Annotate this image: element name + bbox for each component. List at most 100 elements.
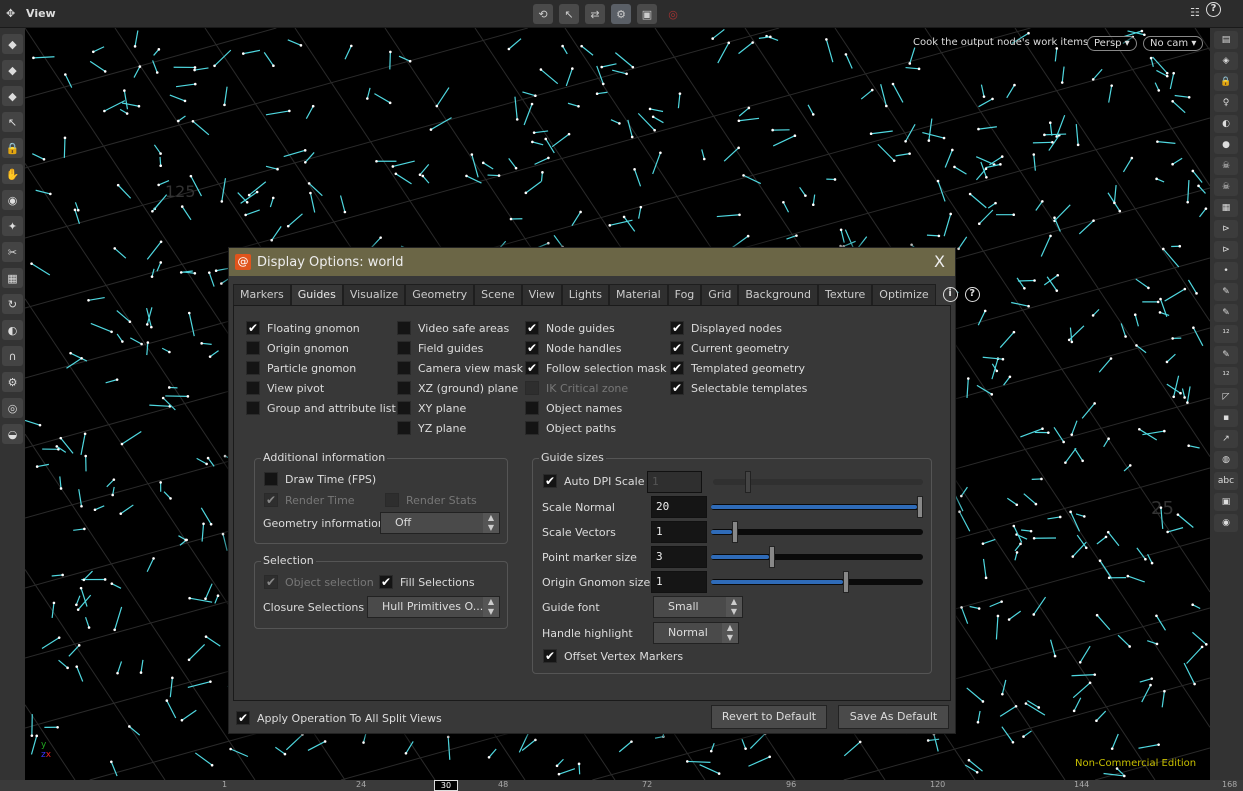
- tab-scene[interactable]: Scene: [474, 284, 522, 305]
- display-toggle-icon[interactable]: ▦: [1214, 199, 1238, 217]
- display-toggle-icon[interactable]: ☠: [1214, 157, 1238, 175]
- checkbox-follow-selection-mask[interactable]: ✔ Follow selection mask: [525, 361, 667, 375]
- tool-icon[interactable]: ◆: [2, 60, 23, 80]
- display-toggle-icon[interactable]: ◉: [1214, 514, 1238, 532]
- tab-guides[interactable]: Guides: [290, 284, 343, 305]
- slider-value-field[interactable]: 3: [651, 546, 707, 568]
- tool-icon[interactable]: ↻: [2, 294, 23, 314]
- view-menu-icon[interactable]: ✥: [6, 7, 15, 20]
- tab-lights[interactable]: Lights: [561, 284, 609, 305]
- checkbox-xy-plane[interactable]: XY plane: [397, 401, 466, 415]
- select-tool-icon[interactable]: ↖: [559, 4, 579, 24]
- checkbox-node-guides[interactable]: ✔ Node guides: [525, 321, 615, 335]
- checkbox-floating-gnomon[interactable]: ✔ Floating gnomon: [246, 321, 360, 335]
- tool-icon[interactable]: ◒: [2, 424, 23, 444]
- display-toggle-icon[interactable]: 🔒: [1214, 73, 1238, 91]
- checkbox-view-pivot[interactable]: View pivot: [246, 381, 324, 395]
- size-slider[interactable]: [711, 546, 923, 568]
- display-toggle-icon[interactable]: ✎: [1214, 346, 1238, 364]
- geometry-info-select[interactable]: Off ▲ ▼: [380, 512, 500, 534]
- tool-icon[interactable]: ◐: [2, 320, 23, 340]
- dialog-titlebar[interactable]: @ Display Options: world X: [229, 248, 955, 276]
- tab-fog[interactable]: Fog: [667, 284, 702, 305]
- display-toggle-icon[interactable]: ▣: [1214, 493, 1238, 511]
- tool-icon[interactable]: ↖: [2, 112, 23, 132]
- revert-to-default-button[interactable]: Revert to Default: [711, 705, 827, 729]
- checkbox-object-names[interactable]: Object names: [525, 401, 622, 415]
- checkbox-templated-geometry[interactable]: ✔ Templated geometry: [670, 361, 805, 375]
- display-toggle-icon[interactable]: ◍: [1214, 451, 1238, 469]
- handle-highlight-select[interactable]: Normal ▲ ▼: [653, 622, 739, 644]
- draw-time-checkbox[interactable]: Draw Time (FPS): [264, 472, 376, 486]
- slider-value-field[interactable]: 1: [651, 571, 707, 593]
- tool-icon[interactable]: ✦: [2, 216, 23, 236]
- tool-icon[interactable]: ∩: [2, 346, 23, 366]
- checkbox-node-handles[interactable]: ✔ Node handles: [525, 341, 621, 355]
- display-toggle-icon[interactable]: •: [1214, 262, 1238, 280]
- slider-thumb[interactable]: [842, 571, 849, 593]
- checkbox-field-guides[interactable]: Field guides: [397, 341, 483, 355]
- tool-icon[interactable]: ✂: [2, 242, 23, 262]
- checkbox-selectable-templates[interactable]: ✔ Selectable templates: [670, 381, 807, 395]
- guide-font-select[interactable]: Small ▲ ▼: [653, 596, 743, 618]
- tool-icon[interactable]: ⚙: [2, 372, 23, 392]
- slider-value-field[interactable]: 1: [651, 521, 707, 543]
- display-toggle-icon[interactable]: ◈: [1214, 52, 1238, 70]
- info-icon[interactable]: i: [942, 287, 958, 302]
- camera-menu[interactable]: Persp ▾: [1087, 36, 1137, 51]
- tool-icon[interactable]: ◆: [2, 86, 23, 106]
- tab-markers[interactable]: Markers: [233, 284, 291, 305]
- timeline[interactable]: 1 24 48 72 96 120 144 168 30: [0, 780, 1243, 791]
- checkbox-video-safe-areas[interactable]: Video safe areas: [397, 321, 509, 335]
- size-slider[interactable]: [711, 521, 923, 543]
- tab-grid[interactable]: Grid: [701, 284, 739, 305]
- display-toggle-icon[interactable]: ✎: [1214, 283, 1238, 301]
- checkbox-group-and-attribute-list[interactable]: Group and attribute list: [246, 401, 396, 415]
- display-toggle-icon[interactable]: ☠: [1214, 178, 1238, 196]
- closure-selections-select[interactable]: Hull Primitives O... ▲ ▼: [367, 596, 500, 618]
- transform-tool-icon[interactable]: ⇄: [585, 4, 605, 24]
- display-toggle-icon[interactable]: ●: [1214, 136, 1238, 154]
- record-icon[interactable]: ◎: [663, 4, 683, 24]
- tab-optimize[interactable]: Optimize: [872, 284, 936, 305]
- checkbox-camera-view-mask[interactable]: Camera view mask: [397, 361, 523, 375]
- display-toggle-icon[interactable]: ✎: [1214, 304, 1238, 322]
- display-toggle-icon[interactable]: ¹²: [1214, 325, 1238, 343]
- display-toggle-icon[interactable]: ↗: [1214, 430, 1238, 448]
- tab-material[interactable]: Material: [608, 284, 668, 305]
- display-toggle-icon[interactable]: abc: [1214, 472, 1238, 490]
- tool-icon[interactable]: ✋: [2, 164, 23, 184]
- checkbox-origin-gnomon[interactable]: Origin gnomon: [246, 341, 349, 355]
- slider-thumb[interactable]: [768, 546, 775, 568]
- display-toggle-icon[interactable]: ◐: [1214, 115, 1238, 133]
- slider-value-field[interactable]: 20: [651, 496, 707, 518]
- save-as-default-button[interactable]: Save As Default: [838, 705, 949, 729]
- display-toggle-icon[interactable]: ¹²: [1214, 367, 1238, 385]
- help-icon[interactable]: ?: [964, 287, 980, 302]
- auto-dpi-checkbox[interactable]: ✔ Auto DPI Scale: [543, 474, 644, 488]
- checkbox-object-paths[interactable]: Object paths: [525, 421, 616, 435]
- offset-vertex-checkbox[interactable]: ✔ Offset Vertex Markers: [543, 649, 683, 663]
- checkbox-xz-ground-plane[interactable]: XZ (ground) plane: [397, 381, 518, 395]
- slider-thumb[interactable]: [917, 496, 923, 518]
- apply-all-split-views-checkbox[interactable]: ✔ Apply Operation To All Split Views: [236, 711, 442, 725]
- rotate-tool-icon[interactable]: ⟲: [533, 4, 553, 24]
- size-slider[interactable]: [711, 571, 923, 593]
- display-toggle-icon[interactable]: ◸: [1214, 388, 1238, 406]
- tab-geometry[interactable]: Geometry: [405, 284, 475, 305]
- tab-visualize[interactable]: Visualize: [342, 284, 406, 305]
- display-toggle-icon[interactable]: ⊳: [1214, 241, 1238, 259]
- display-toggle-icon[interactable]: ▪: [1214, 409, 1238, 427]
- checkbox-yz-plane[interactable]: YZ plane: [397, 421, 466, 435]
- fill-selections-checkbox[interactable]: ✔ Fill Selections: [379, 575, 475, 589]
- tab-background[interactable]: Background: [738, 284, 819, 305]
- close-button[interactable]: X: [934, 252, 945, 271]
- display-toggle-icon[interactable]: ⊳: [1214, 220, 1238, 238]
- tool-icon[interactable]: ▦: [2, 268, 23, 288]
- checkbox-particle-gnomon[interactable]: Particle gnomon: [246, 361, 356, 375]
- size-slider[interactable]: [711, 496, 923, 518]
- current-frame-marker[interactable]: 30: [434, 780, 458, 791]
- scene-view-icon[interactable]: ⚙: [611, 4, 631, 24]
- tool-icon[interactable]: ◎: [2, 398, 23, 418]
- tab-texture[interactable]: Texture: [818, 284, 873, 305]
